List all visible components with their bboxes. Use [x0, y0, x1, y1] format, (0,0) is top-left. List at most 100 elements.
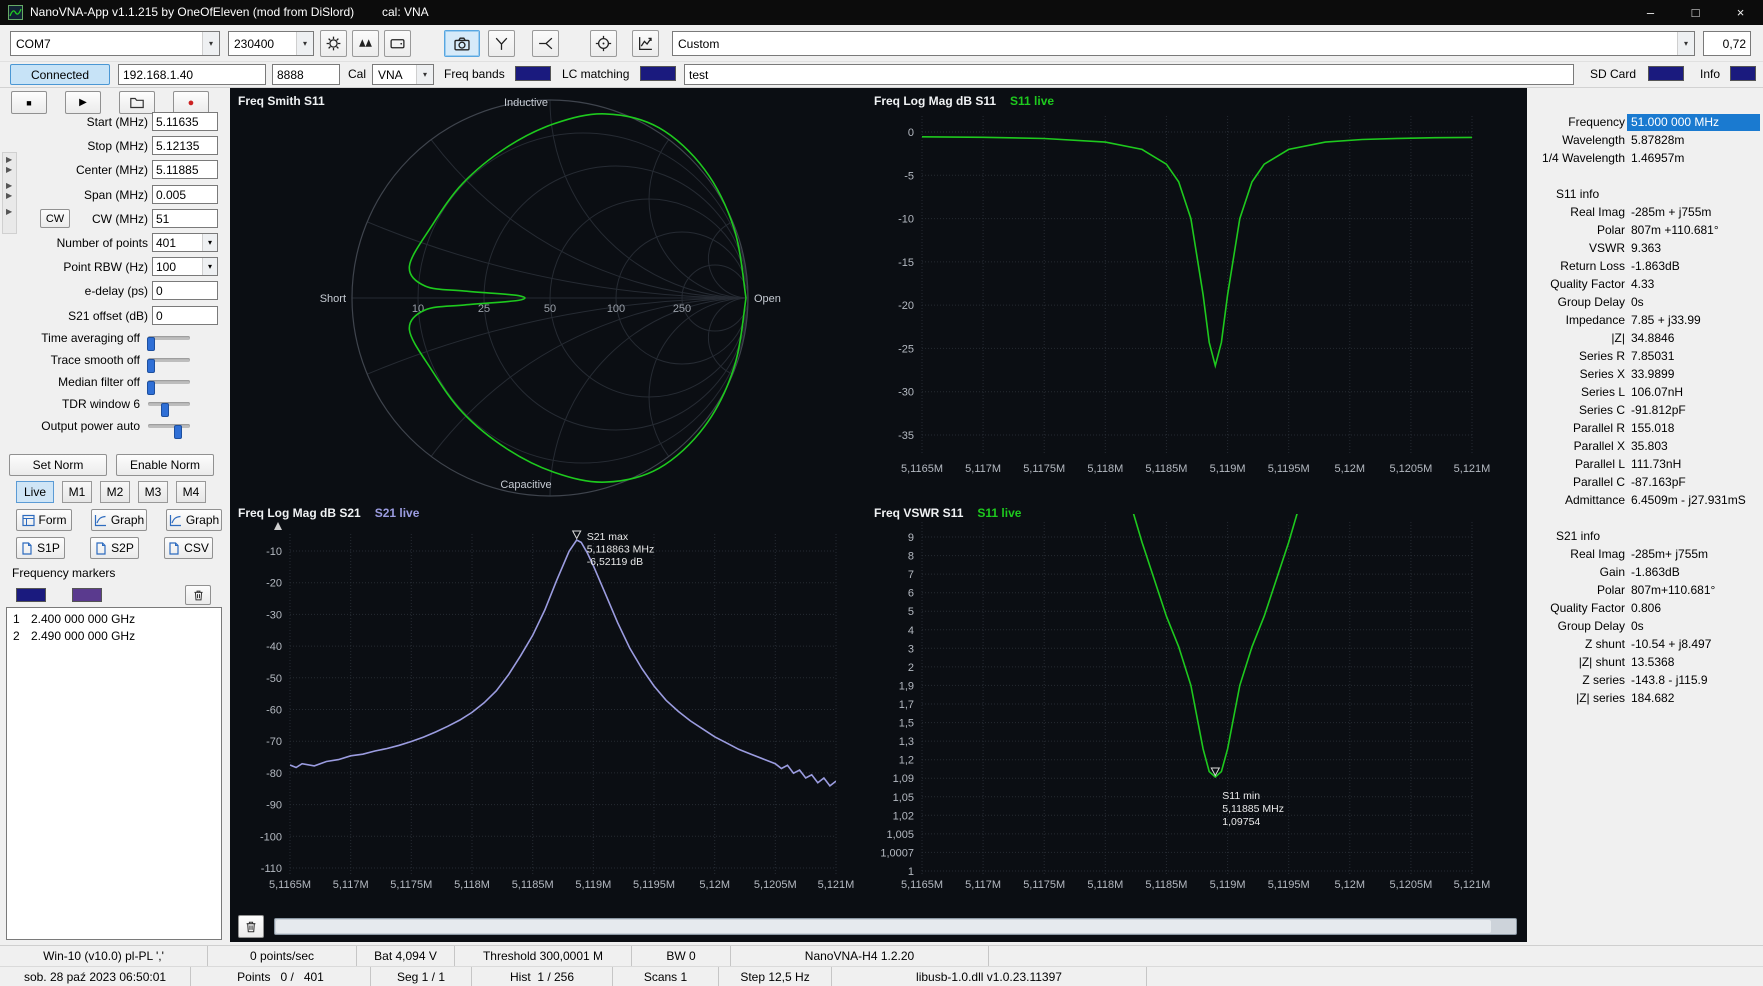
mode-value: VNA — [373, 68, 416, 82]
tab-m4[interactable]: M4 — [176, 481, 206, 503]
port-input[interactable] — [272, 64, 340, 85]
svg-text:5,119M: 5,119M — [1210, 879, 1246, 891]
split-left-icon — [493, 35, 510, 52]
readout-frequency: Frequency51.000 000 MHz — [1527, 114, 1763, 132]
maximize-button[interactable]: □ — [1673, 0, 1718, 25]
tab-m3[interactable]: M3 — [138, 481, 168, 503]
smith-chart-panel[interactable]: 102550100250InductiveCapacitiveShortOpen… — [230, 88, 866, 500]
calibration-target-button[interactable] — [590, 30, 617, 57]
freq-bands-color-swatch[interactable] — [515, 66, 551, 81]
lc-matching-color-swatch[interactable] — [640, 66, 676, 81]
play-button[interactable]: ▶ — [65, 91, 101, 114]
sd-card-color-swatch[interactable] — [1648, 66, 1684, 81]
delete-markers-button[interactable] — [185, 585, 211, 605]
com-port-select[interactable]: COM7 ▾ — [10, 31, 220, 56]
slider-thumb[interactable] — [147, 337, 155, 351]
svg-text:5,1185M: 5,1185M — [1145, 463, 1187, 475]
connected-button[interactable]: Connected — [10, 64, 110, 85]
scale-up-button[interactable] — [352, 30, 379, 57]
graph-button-1[interactable]: Graph — [91, 509, 147, 531]
minimize-button[interactable]: – — [1628, 0, 1673, 25]
time-averaging-slider[interactable] — [148, 336, 190, 340]
record-button[interactable]: ● — [173, 91, 209, 114]
readout-row-return-loss: Return Loss-1.863dB — [1527, 258, 1763, 276]
graph-mode-button[interactable] — [632, 30, 659, 57]
marker-list[interactable]: 12.400 000 000 GHz22.490 000 000 GHz — [6, 607, 222, 940]
marker-icon — [573, 531, 581, 539]
readout-label: Group Delay — [1527, 618, 1625, 635]
ip-address-input[interactable] — [118, 64, 266, 85]
start-mhz-input[interactable] — [152, 112, 218, 131]
s21-logmag-panel[interactable]: 5,1165M5,117M5,1175M5,118M5,1185M5,119M5… — [230, 500, 866, 912]
marker-list-item[interactable]: 22.490 000 000 GHz — [7, 628, 221, 645]
slider-thumb[interactable] — [174, 425, 182, 439]
marker-2-color-swatch[interactable] — [72, 588, 102, 602]
cw-button[interactable]: CW — [40, 209, 70, 228]
split-right-button[interactable] — [532, 30, 559, 57]
display-button[interactable] — [384, 30, 411, 57]
marker-list-item[interactable]: 12.400 000 000 GHz — [7, 611, 221, 628]
output-power-slider[interactable] — [148, 424, 190, 428]
close-button[interactable]: × — [1718, 0, 1763, 25]
split-up-button[interactable] — [488, 30, 515, 57]
statusbar: Win-10 (v10.0) pl-PL ','0 points/secBat … — [0, 945, 1763, 986]
median-filter-slider[interactable] — [148, 380, 190, 384]
csv-button[interactable]: CSV — [164, 537, 213, 559]
tab-m1[interactable]: M1 — [62, 481, 92, 503]
enable-norm-button[interactable]: Enable Norm — [116, 454, 214, 476]
screenshot-button[interactable] — [444, 30, 480, 57]
cw-mhz-input[interactable] — [152, 209, 218, 228]
readout-row-z-series: Z series-143.8 - j115.9 — [1527, 672, 1763, 690]
scale-value-input[interactable] — [1703, 31, 1751, 56]
slider-thumb[interactable] — [147, 381, 155, 395]
tdr-window-slider[interactable] — [148, 402, 190, 406]
status-cell-points-0: Points 0 / 401 — [191, 967, 371, 986]
profile-select[interactable]: Custom ▾ — [672, 31, 1695, 56]
marker-1-color-swatch[interactable] — [16, 588, 46, 602]
open-folder-button[interactable] — [119, 91, 155, 114]
readout-value: -1.863dB — [1631, 258, 1680, 275]
file-icon — [168, 542, 180, 555]
trace-smooth-slider[interactable] — [148, 358, 190, 362]
axis-labels: 5,1165M5,117M5,1175M5,118M5,1185M5,119M5… — [898, 127, 1490, 475]
mode-select[interactable]: VNA ▾ — [372, 64, 434, 85]
clear-charts-button[interactable] — [238, 915, 264, 938]
e-delay-ps-input[interactable] — [152, 281, 218, 300]
trace-s21 — [290, 540, 836, 786]
slider-label: Output power auto — [0, 418, 140, 434]
point-rbw-hz-select[interactable]: 100▾ — [152, 257, 218, 276]
s2p-button[interactable]: S2P — [90, 537, 139, 559]
s21-info-header: S21 info — [1527, 528, 1763, 546]
status-cell-bw-0: BW 0 — [632, 946, 731, 966]
readout-label: Parallel C — [1527, 474, 1625, 491]
center-mhz-input[interactable] — [152, 160, 218, 179]
s11-logmag-panel[interactable]: 5,1165M5,117M5,1175M5,118M5,1185M5,119M5… — [866, 88, 1527, 500]
baud-rate-select[interactable]: 230400 ▾ — [228, 31, 314, 56]
readout-label: Parallel X — [1527, 438, 1625, 455]
info-color-swatch[interactable] — [1730, 66, 1756, 81]
span-mhz-input[interactable] — [152, 185, 218, 204]
stop-button[interactable]: ■ — [11, 91, 47, 114]
settings-button[interactable] — [320, 30, 347, 57]
form-button-0[interactable]: Form — [16, 509, 72, 531]
annotation-text: 5,118863 MHz — [587, 544, 655, 556]
scrollbar-thumb[interactable] — [276, 920, 1491, 933]
svg-text:50: 50 — [544, 303, 556, 315]
graph-button-2[interactable]: Graph — [166, 509, 222, 531]
slider-thumb[interactable] — [161, 403, 169, 417]
stop-mhz-input[interactable] — [152, 136, 218, 155]
freq-bands-label: Freq bands — [444, 63, 505, 85]
note-input[interactable] — [684, 64, 1574, 85]
tab-live[interactable]: Live — [16, 481, 54, 503]
number-of-points-select[interactable]: 401▾ — [152, 233, 218, 252]
vswr-panel[interactable]: 5,1165M5,117M5,1175M5,118M5,1185M5,119M5… — [866, 500, 1527, 912]
chart-grid — [290, 534, 836, 874]
s21-offset-db-input[interactable] — [152, 306, 218, 325]
svg-text:1,5: 1,5 — [899, 718, 914, 730]
chart-h-scrollbar[interactable] — [274, 918, 1517, 935]
s1p-button[interactable]: S1P — [16, 537, 65, 559]
tab-m2[interactable]: M2 — [100, 481, 130, 503]
slider-thumb[interactable] — [147, 359, 155, 373]
set-norm-button[interactable]: Set Norm — [9, 454, 107, 476]
status-cell-threshold-30: Threshold 300,0001 M — [455, 946, 632, 966]
